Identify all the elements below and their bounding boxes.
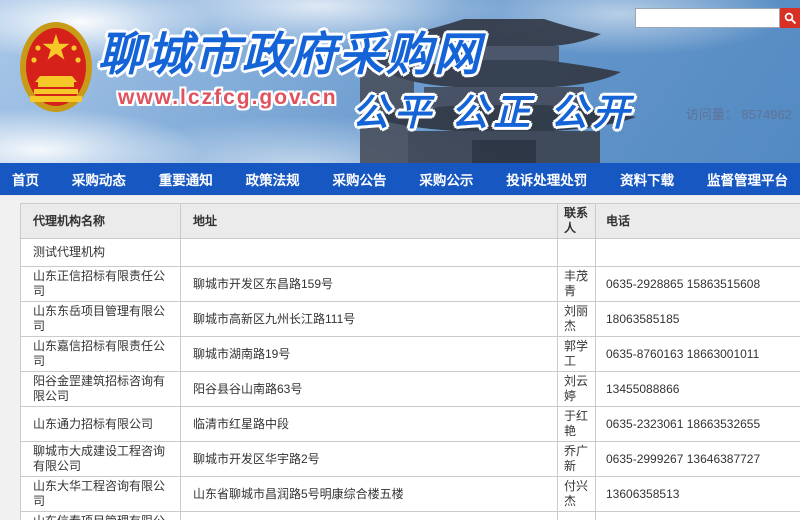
cell-name: 山东嘉信招标有限责任公司 [21, 337, 181, 372]
table-row: 阳谷金罡建筑招标咨询有限公司阳谷县谷山南路63号刘云婷13455088866 [21, 372, 800, 407]
agency-table-body: 测试代理机构山东正信招标有限责任公司聊城市开发区东昌路159号丰茂青0635-2… [21, 239, 800, 520]
cell-name: 阳谷金罡建筑招标咨询有限公司 [21, 372, 181, 407]
search-input[interactable] [635, 8, 780, 28]
site-banner: 聊城市政府采购网 www.lczfcg.gov.cn 公平 公正 公开 访问量：… [0, 0, 800, 163]
cell-address: 聊城市开发区华宇路2号 [181, 442, 558, 477]
table-row: 山东东岳项目管理有限公司聊城市高新区九州长江路111号刘丽杰1806358518… [21, 302, 800, 337]
nav-item-7[interactable]: 资料下载 [620, 169, 674, 189]
cell-contact [558, 239, 596, 267]
cell-name: 山东东岳项目管理有限公司 [21, 302, 181, 337]
column-header-0: 代理机构名称 [21, 204, 181, 239]
cell-phone: 13606358513 [596, 477, 800, 512]
main-nav: 首页 采购动态 重要通知 政策法规 采购公告 采购公示 投诉处理处罚 资料下载 监督管理平台 [0, 163, 800, 196]
cell-address: 山东省聊城市昌润路5号明康综合楼五楼 [181, 477, 558, 512]
header-row: 代理机构名称地址联系人电话 [21, 204, 800, 239]
cell-contact: 郭学工 [558, 337, 596, 372]
column-header-2: 联系人 [558, 204, 596, 239]
nav-item-2[interactable]: 重要通知 [159, 169, 213, 189]
cell-address: 临清市红星路中段 [181, 407, 558, 442]
cell-address: 聊城市东昌府区凤凰工业园富民西路 [181, 512, 558, 520]
table-row: 山东正信招标有限责任公司聊城市开发区东昌路159号丰茂青0635-2928865… [21, 267, 800, 302]
cell-contact: 刘云婷 [558, 372, 596, 407]
nav-item-6[interactable]: 投诉处理处罚 [506, 169, 587, 189]
cell-phone: 0635-2999267 13646387727 [596, 442, 800, 477]
cell-contact: 丰茂青 [558, 267, 596, 302]
cell-contact: 于红艳 [558, 407, 596, 442]
cell-address: 聊城市高新区九州长江路111号 [181, 302, 558, 337]
cell-contact: 乔广新 [558, 442, 596, 477]
nav-item-3[interactable]: 政策法规 [246, 169, 300, 189]
table-row: 聊城市大成建设工程咨询有限公司聊城市开发区华宇路2号乔广新0635-299926… [21, 442, 800, 477]
cell-phone: 0635-2928865 15863515608 [596, 267, 800, 302]
cell-address: 聊城市湖南路19号 [181, 337, 558, 372]
site-slogan: 公平 公正 公开 [352, 82, 635, 136]
table-row: 山东嘉信招标有限责任公司聊城市湖南路19号郭学工0635-8760163 186… [21, 337, 800, 372]
cell-phone: 0635-8760163 18663001011 [596, 337, 800, 372]
cell-contact: 付兴杰 [558, 477, 596, 512]
search-button[interactable] [780, 8, 800, 28]
nav-item-0[interactable]: 首页 [12, 169, 39, 189]
site-title: 聊城市政府采购网 [98, 18, 482, 84]
table-row: 山东信春项目管理有限公司聊城市东昌府区凤凰工业园富民西路王善1886651880… [21, 512, 800, 520]
cell-phone: 0635-2323061 18663532655 [596, 407, 800, 442]
table-row: 山东大华工程咨询有限公司山东省聊城市昌润路5号明康综合楼五楼付兴杰1360635… [21, 477, 800, 512]
nav-item-4[interactable]: 采购公告 [333, 169, 387, 189]
cell-contact: 刘丽杰 [558, 302, 596, 337]
column-header-3: 电话 [596, 204, 800, 239]
cell-address: 聊城市开发区东昌路159号 [181, 267, 558, 302]
national-emblem-icon [18, 20, 94, 114]
cell-phone: 18063585185 [596, 302, 800, 337]
search-icon [784, 12, 797, 25]
cell-phone: 13455088866 [596, 372, 800, 407]
nav-item-1[interactable]: 采购动态 [72, 169, 126, 189]
column-header-1: 地址 [181, 204, 558, 239]
cell-phone [596, 239, 800, 267]
agency-table-head: 代理机构名称地址联系人电话 [21, 204, 800, 239]
visit-counter-value: 8574962 [741, 107, 792, 122]
nav-item-5[interactable]: 采购公示 [419, 169, 473, 189]
cell-address: 阳谷县谷山南路63号 [181, 372, 558, 407]
visit-counter-label: 访问量： [686, 107, 738, 122]
cell-name: 聊城市大成建设工程咨询有限公司 [21, 442, 181, 477]
cell-name: 山东正信招标有限责任公司 [21, 267, 181, 302]
nav-item-8[interactable]: 监督管理平台 [707, 169, 788, 189]
cell-name: 山东通力招标有限公司 [21, 407, 181, 442]
visit-counter: 访问量： 8574962 [686, 104, 792, 123]
search-bar [635, 8, 800, 28]
cell-address [181, 239, 558, 267]
cell-name: 山东大华工程咨询有限公司 [21, 477, 181, 512]
page: 聊城市政府采购网 www.lczfcg.gov.cn 公平 公正 公开 访问量：… [0, 0, 800, 520]
cell-name: 山东信春项目管理有限公司 [21, 512, 181, 520]
cell-contact: 王善 [558, 512, 596, 520]
table-row: 山东通力招标有限公司临清市红星路中段于红艳0635-2323061 186635… [21, 407, 800, 442]
cell-name: 测试代理机构 [21, 239, 181, 267]
cell-phone: 18866518800 [596, 512, 800, 520]
site-url: www.lczfcg.gov.cn [118, 86, 338, 110]
table-row: 测试代理机构 [21, 239, 800, 267]
agency-table: 代理机构名称地址联系人电话 测试代理机构山东正信招标有限责任公司聊城市开发区东昌… [20, 203, 800, 520]
